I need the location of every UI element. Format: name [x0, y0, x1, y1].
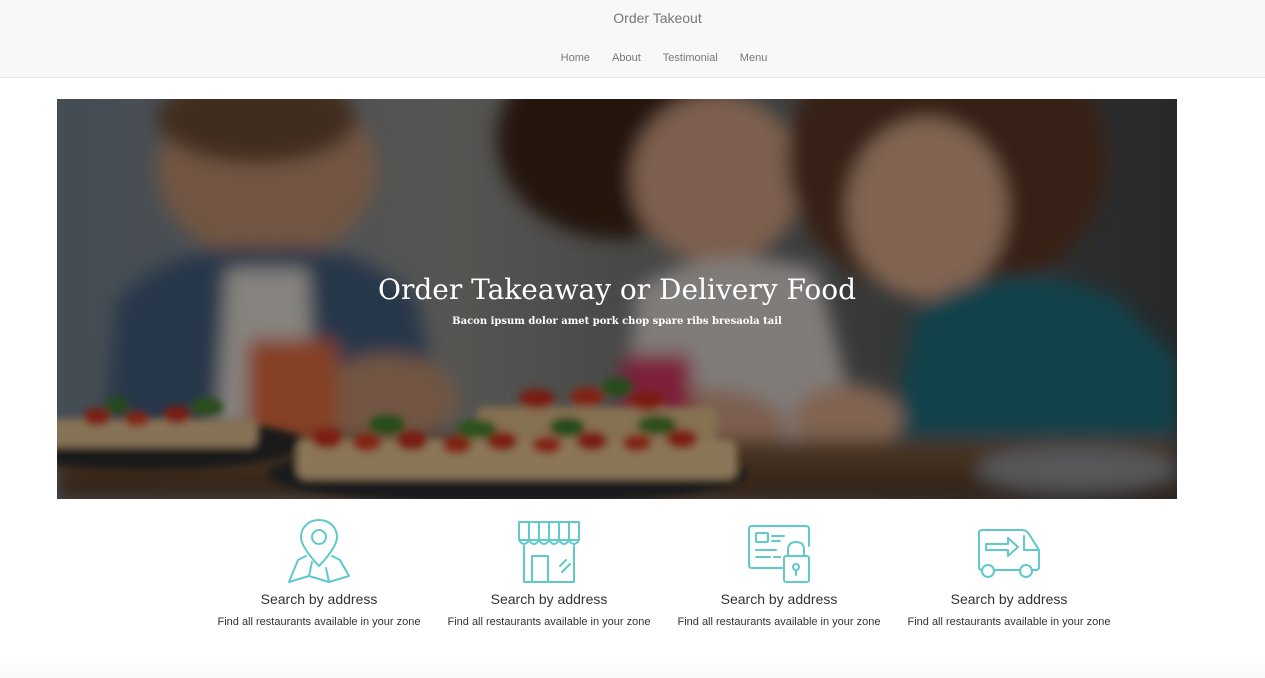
nav-link-about[interactable]: About	[601, 51, 652, 65]
feature-title: Search by address	[720, 591, 838, 607]
feature-description: Find all restaurants available in your z…	[907, 616, 1111, 628]
feature-description: Find all restaurants available in your z…	[447, 616, 651, 628]
features-row: Search by address Find all restaurants a…	[204, 514, 1124, 644]
feature-card: Search by address Find all restaurants a…	[204, 514, 434, 644]
feature-card: Search by address Find all restaurants a…	[894, 514, 1124, 644]
page-footer-band	[0, 660, 1265, 678]
feature-title: Search by address	[490, 591, 608, 607]
hero-title: Order Takeaway or Delivery Food	[377, 273, 857, 306]
feature-card: Search by address Find all restaurants a…	[664, 514, 894, 644]
hero-subtitle: Bacon ipsum dolor amet pork chop spare r…	[452, 316, 782, 327]
feature-description: Find all restaurants available in your z…	[677, 616, 881, 628]
feature-card: Search by address Find all restaurants a…	[434, 514, 664, 644]
feature-title: Search by address	[950, 591, 1068, 607]
main-nav: Home About Testimonial Menu	[0, 51, 1265, 65]
top-navbar: Order Takeout Home About Testimonial Menu	[0, 0, 1265, 78]
secure-card-icon	[748, 525, 810, 583]
nav-link-menu[interactable]: Menu	[729, 51, 779, 65]
nav-link-home[interactable]: Home	[550, 51, 601, 65]
map-pin-icon	[288, 519, 350, 583]
site-brand[interactable]: Order Takeout	[0, 10, 1265, 26]
feature-title: Search by address	[260, 591, 378, 607]
hero-banner: Order Takeaway or Delivery Food Bacon ip…	[57, 99, 1177, 499]
delivery-van-icon	[978, 529, 1040, 578]
feature-description: Find all restaurants available in your z…	[217, 616, 421, 628]
nav-link-testimonial[interactable]: Testimonial	[652, 51, 729, 65]
storefront-icon	[518, 521, 580, 583]
